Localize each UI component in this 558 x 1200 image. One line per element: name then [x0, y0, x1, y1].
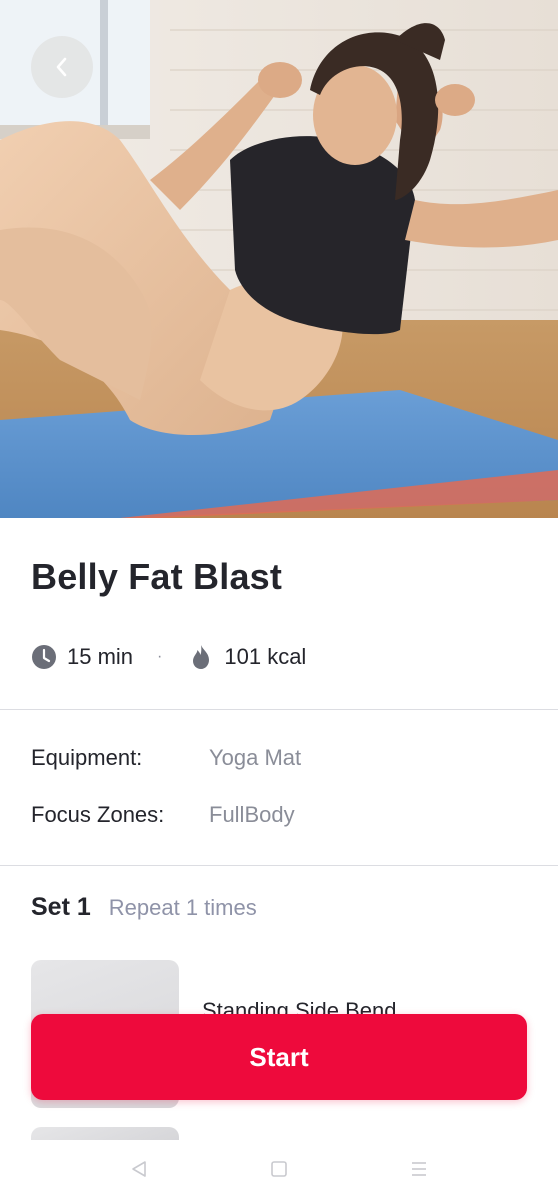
exercise-thumbnail[interactable]: [31, 1127, 179, 1140]
flame-icon: [188, 644, 214, 670]
clock-icon: [31, 644, 57, 670]
focus-zones-value: FullBody: [209, 802, 295, 827]
workout-meta: 15 min · 101 kcal: [31, 644, 306, 670]
start-button[interactable]: Start: [31, 1014, 527, 1100]
focus-zones-row: Focus Zones: FullBody: [31, 802, 295, 828]
menu-lines-icon[interactable]: [405, 1156, 433, 1182]
hero-workout-photo: [0, 0, 558, 518]
set-header: Set 1 Repeat 1 times: [31, 893, 257, 922]
divider: [0, 865, 558, 866]
meta-separator: ·: [157, 648, 163, 665]
square-home-icon[interactable]: [265, 1156, 293, 1182]
workout-detail-screen: Belly Fat Blast 15 min · 101 kcal Equipm…: [0, 0, 558, 1200]
triangle-back-icon[interactable]: [125, 1156, 153, 1182]
workout-title: Belly Fat Blast: [31, 556, 283, 597]
equipment-value: Yoga Mat: [209, 745, 302, 770]
equipment-label: Equipment:: [31, 745, 143, 770]
system-nav-bar: [0, 1140, 558, 1200]
back-button[interactable]: [31, 36, 93, 98]
divider: [0, 709, 558, 710]
set-title: Set 1: [31, 893, 91, 921]
chevron-left-icon: [52, 55, 72, 79]
duration-text: 15 min: [67, 644, 134, 669]
set-repeat-text: Repeat 1 times: [108, 895, 257, 920]
focus-zones-label: Focus Zones:: [31, 802, 165, 827]
equipment-row: Equipment: Yoga Mat: [31, 745, 301, 771]
calories-text: 101 kcal: [224, 644, 307, 669]
